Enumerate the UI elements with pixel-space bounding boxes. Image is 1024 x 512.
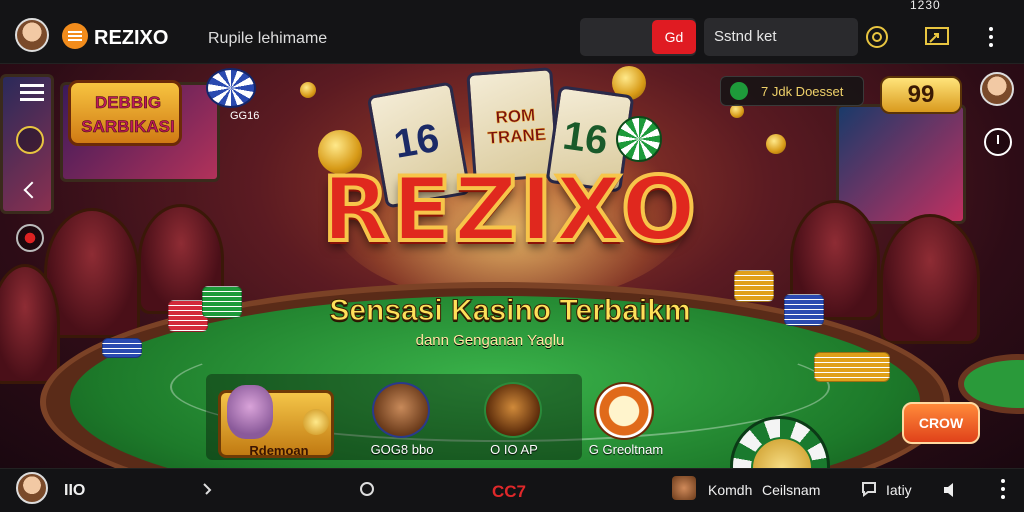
chip-stack (102, 338, 142, 358)
game-tile[interactable]: G Greoltnam (578, 380, 674, 460)
balance-pill[interactable]: 99 (880, 76, 962, 114)
header-subtitle: Rupile lehimame (208, 30, 328, 47)
hero-subtagline: dann Genganan Yaglu (415, 332, 565, 349)
game-tile-featured[interactable]: Rdemoan (218, 385, 334, 458)
chip-stack (814, 352, 890, 382)
speaker-icon[interactable] (942, 482, 960, 498)
refresh-icon[interactable] (358, 480, 376, 498)
nav-item-mid[interactable]: Ceilsnam (762, 482, 820, 498)
left-rail (0, 64, 60, 468)
nav-item-right[interactable]: Iatiy (886, 482, 912, 498)
cta-button[interactable]: CROW (902, 402, 980, 444)
game-label: Rdemoan (249, 443, 309, 458)
cast-icon[interactable] (924, 24, 950, 50)
hamburger-icon[interactable] (20, 84, 44, 87)
gold-coin (730, 104, 744, 118)
badge-line-2: SARBIKASI (81, 117, 175, 137)
hero-title: REZIXO (320, 158, 698, 261)
game-art-dog (227, 385, 273, 439)
game-label: GOG8 bbo (370, 442, 434, 457)
bottom-avatar[interactable] (16, 472, 48, 504)
more-menu-icon[interactable] (986, 24, 996, 50)
status-readout: 1230 (910, 0, 941, 12)
coin-art (303, 409, 329, 435)
status-dot-icon (730, 82, 748, 100)
chip-stack (734, 270, 774, 302)
coin-icon[interactable] (864, 24, 890, 50)
search-field[interactable]: Sstnd ket (704, 18, 858, 56)
swap-icon[interactable] (200, 480, 218, 498)
casino-chair (880, 214, 980, 344)
gold-coin (300, 82, 316, 98)
card-number: 16 (560, 113, 611, 164)
game-art-warrior (484, 382, 542, 438)
poker-chip-icon (616, 116, 662, 162)
hero-tagline: Sensasi Kasino Terbaikm (329, 294, 691, 328)
game-tile[interactable]: GOG8 bbo (362, 380, 442, 460)
center-label[interactable]: CC7 (492, 482, 526, 502)
game-label: O IO AP (490, 442, 538, 457)
game-thumb-icon[interactable] (672, 476, 696, 500)
timer-icon[interactable] (984, 128, 1012, 156)
nav-item-left[interactable]: Komdh (708, 482, 752, 498)
trophy-icon[interactable] (16, 126, 44, 154)
menu-badge-icon[interactable] (62, 23, 88, 49)
brand-name: REZIXO (94, 27, 169, 49)
game-art-chip (594, 382, 654, 440)
go-button[interactable]: Gd (652, 20, 696, 54)
chip-stack (784, 294, 824, 326)
ban-icon[interactable] (16, 224, 44, 252)
user-count: IIO (64, 482, 86, 499)
game-art-bear (372, 382, 430, 438)
top-bar: REZIXO Rupile lehimame Gd Sstnd ket 1230 (0, 0, 1024, 64)
promo-badge: DEBBIG SARBIKASI (68, 80, 182, 146)
game-tile[interactable]: O IO AP (474, 380, 554, 460)
chat-icon[interactable] (860, 480, 878, 498)
poker-chip-icon (206, 68, 256, 108)
more-menu-icon[interactable] (998, 476, 1008, 502)
chip-caption: GG16 (230, 110, 260, 122)
badge-line-1: DEBBIG (94, 93, 162, 113)
chevron-left-icon[interactable] (23, 181, 41, 199)
user-avatar[interactable] (15, 18, 49, 52)
card-title: ROM TRANE (486, 105, 547, 148)
chip-stack (202, 286, 242, 318)
gold-coin (766, 134, 786, 154)
profile-avatar[interactable] (980, 72, 1014, 106)
game-label: G Greoltnam (588, 442, 664, 457)
